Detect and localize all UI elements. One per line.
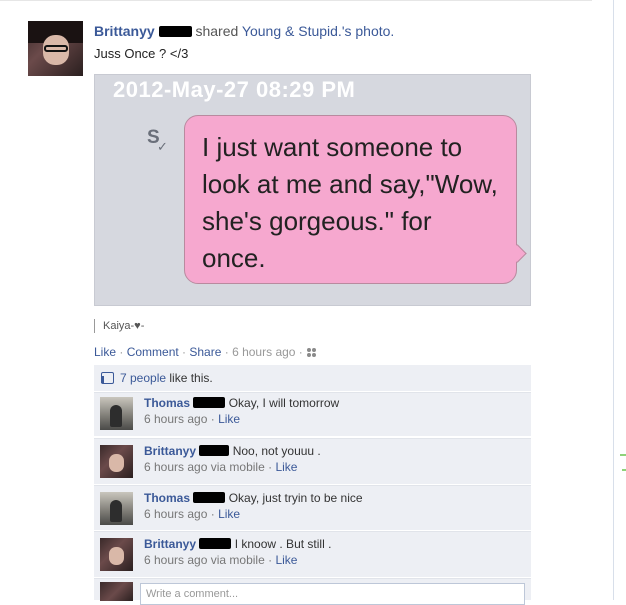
comment-text: Okay, just tryin to be nice: [228, 491, 363, 505]
redaction-bar: [193, 492, 226, 503]
message-bubble: I just want someone to look at me and sa…: [184, 115, 517, 284]
comment-text: I knoow . But still .: [234, 537, 332, 551]
comment-input[interactable]: Write a comment...: [140, 583, 525, 605]
top-divider: [0, 0, 592, 1]
commenter-avatar[interactable]: [100, 492, 133, 525]
ad-color-mark: [620, 454, 626, 456]
status-text: Juss Once ? </3: [94, 46, 189, 61]
comment-item: Brittanyy Noo, not youuu . 6 hours ago v…: [94, 438, 531, 484]
redaction-bar: [199, 445, 230, 456]
shared-label: shared: [195, 23, 239, 39]
comment-like-link[interactable]: Like: [275, 553, 297, 567]
shared-photo[interactable]: 2012-May-27 08:29 PM S ✓ I just want som…: [94, 74, 531, 306]
commenter-avatar[interactable]: [100, 445, 133, 478]
post-header: Brittanyy shared Young & Stupid.'s photo…: [94, 23, 394, 39]
comment-via: via mobile: [210, 553, 265, 567]
commenter-name[interactable]: Brittanyy: [144, 444, 196, 458]
comment-time[interactable]: 6 hours ago: [144, 460, 207, 474]
redaction-bar: [199, 538, 232, 549]
author-avatar[interactable]: [28, 21, 83, 76]
shared-page-link[interactable]: Young & Stupid.: [242, 23, 342, 39]
checkmark-icon: ✓: [157, 139, 168, 154]
comment-like-link[interactable]: Like: [275, 460, 297, 474]
commenter-name[interactable]: Brittanyy: [144, 537, 196, 551]
commenter-avatar[interactable]: [100, 538, 133, 571]
commenter-avatar[interactable]: [100, 397, 133, 430]
comment-like-link[interactable]: Like: [218, 507, 240, 521]
comment-item: Thomas Okay, I will tomorrow 6 hours ago…: [94, 392, 531, 436]
comment-text: Noo, not youuu .: [232, 444, 321, 458]
comment-time[interactable]: 6 hours ago: [144, 412, 207, 426]
comment-item: Brittanyy I knoow . But still . 6 hours …: [94, 531, 531, 577]
thumbs-up-icon: [101, 372, 114, 384]
comment-via: via mobile: [210, 460, 265, 474]
friends-icon[interactable]: [306, 348, 318, 357]
comment-time[interactable]: 6 hours ago: [144, 507, 207, 521]
via-attribution[interactable]: Kaiya-♥-: [94, 319, 144, 333]
comment-link[interactable]: Comment: [127, 345, 179, 359]
likes-summary: 7 people like this.: [94, 365, 531, 391]
photo-timestamp: 2012-May-27 08:29 PM: [113, 77, 356, 102]
post-time[interactable]: 6 hours ago: [232, 345, 295, 359]
comment-text: Okay, I will tomorrow: [228, 396, 340, 410]
right-column-divider: [613, 0, 614, 600]
commenter-name[interactable]: Thomas: [144, 396, 190, 410]
likes-suffix: like this.: [166, 371, 213, 385]
viewer-avatar: [100, 582, 133, 601]
post-actions: Like · Comment · Share · 6 hours ago ·: [94, 345, 318, 359]
commenter-name[interactable]: Thomas: [144, 491, 190, 505]
redaction-bar: [158, 26, 192, 37]
comment-item: Thomas Okay, just tryin to be nice 6 hou…: [94, 485, 531, 530]
likers-link[interactable]: 7 people: [120, 371, 166, 385]
comment-time[interactable]: 6 hours ago: [144, 553, 207, 567]
redaction-bar: [193, 397, 226, 408]
shared-photo-link[interactable]: 's photo.: [342, 23, 395, 39]
write-comment-row: Write a comment...: [94, 578, 531, 605]
like-link[interactable]: Like: [94, 345, 116, 359]
ad-color-mark: [622, 469, 626, 471]
comment-like-link[interactable]: Like: [218, 412, 240, 426]
share-link[interactable]: Share: [189, 345, 221, 359]
author-name[interactable]: Brittanyy: [94, 23, 155, 39]
